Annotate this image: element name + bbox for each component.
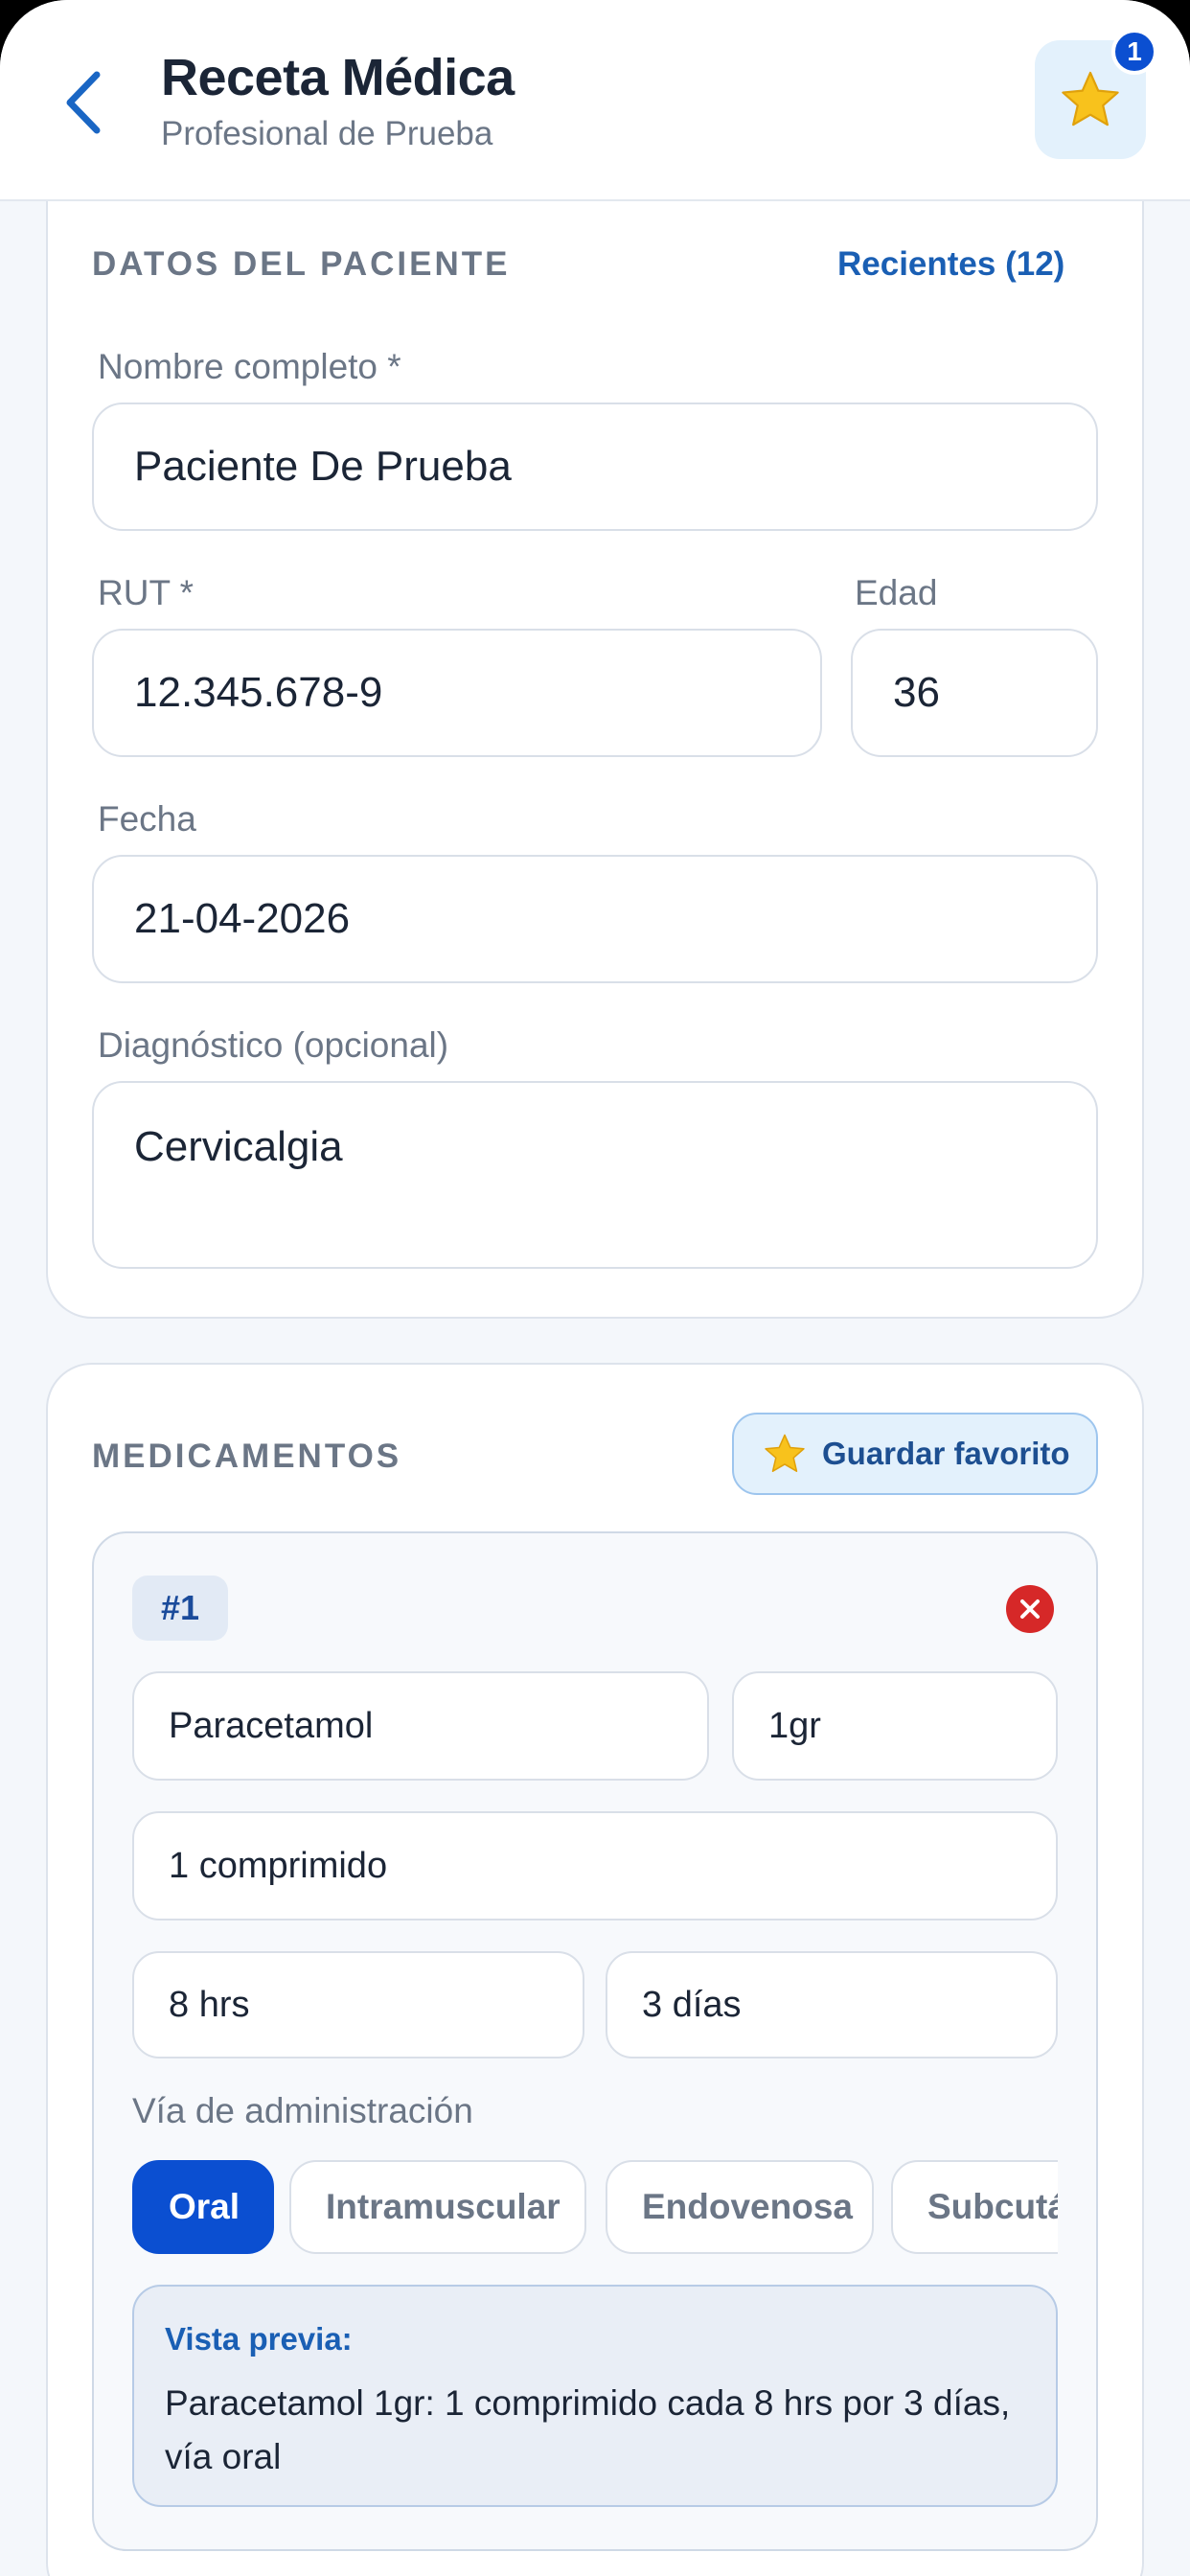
preview-text: Paracetamol 1gr: 1 comprimido cada 8 hrs… bbox=[165, 2383, 1011, 2476]
route-chip-endovenosa[interactable]: Endovenosa bbox=[606, 2160, 874, 2254]
name-label: Nombre completo * bbox=[98, 347, 401, 386]
patient-section-title: DATOS DEL PACIENTE bbox=[92, 245, 511, 283]
save-favorite-label: Guardar favorito bbox=[822, 1436, 1070, 1471]
diagnosis-input[interactable]: Cervicalgia bbox=[92, 1081, 1098, 1269]
save-favorite-button[interactable]: Guardar favorito bbox=[732, 1413, 1098, 1495]
date-label: Fecha bbox=[98, 799, 196, 839]
medication-frequency-input[interactable]: 8 hrs bbox=[132, 1951, 584, 2058]
medications-section-title: MEDICAMENTOS bbox=[92, 1438, 402, 1475]
page-title: Receta Médica bbox=[161, 49, 515, 106]
close-icon bbox=[1020, 1599, 1040, 1619]
route-chip-intramuscular[interactable]: Intramuscular bbox=[289, 2160, 586, 2254]
professional-name: Profesional de Prueba bbox=[161, 115, 493, 152]
remove-medication-button[interactable] bbox=[1006, 1585, 1054, 1633]
diagnosis-label: Diagnóstico (opcional) bbox=[98, 1025, 449, 1065]
medication-quantity-input[interactable]: 1 comprimido bbox=[132, 1811, 1058, 1920]
star-icon bbox=[1062, 71, 1119, 126]
recent-patients-link[interactable]: Recientes (12) bbox=[837, 245, 1064, 284]
medication-name-input[interactable]: Paracetamol bbox=[132, 1671, 709, 1781]
app-header: Receta Médica Profesional de Prueba 1 bbox=[0, 0, 1190, 201]
date-input[interactable]: 21-04-2026 bbox=[92, 855, 1098, 983]
prescription-preview: Vista previa: Paracetamol 1gr: 1 comprim… bbox=[132, 2285, 1058, 2507]
route-label: Vía de administración bbox=[132, 2091, 473, 2130]
patient-name-input[interactable]: Paciente De Prueba bbox=[92, 402, 1098, 531]
age-input[interactable]: 36 bbox=[851, 629, 1098, 757]
route-selector: Oral Intramuscular Endovenosa Subcutá bbox=[132, 2158, 1058, 2258]
rut-input[interactable]: 12.345.678-9 bbox=[92, 629, 822, 757]
medication-duration-input[interactable]: 3 días bbox=[606, 1951, 1058, 2058]
medication-number-badge: #1 bbox=[132, 1576, 228, 1641]
star-icon bbox=[765, 1434, 805, 1472]
preview-title: Vista previa: bbox=[165, 2321, 353, 2357]
medication-dose-input[interactable]: 1gr bbox=[732, 1671, 1058, 1781]
screen: Receta Médica Profesional de Prueba 1 DA… bbox=[0, 0, 1190, 2576]
age-label: Edad bbox=[855, 573, 938, 612]
chevron-left-icon bbox=[66, 71, 101, 134]
back-button[interactable] bbox=[50, 61, 117, 144]
favorites-count-badge: 1 bbox=[1111, 29, 1157, 75]
route-chip-oral[interactable]: Oral bbox=[132, 2160, 274, 2254]
rut-label: RUT * bbox=[98, 573, 195, 612]
route-chip-subcutanea[interactable]: Subcutá bbox=[891, 2160, 1058, 2254]
